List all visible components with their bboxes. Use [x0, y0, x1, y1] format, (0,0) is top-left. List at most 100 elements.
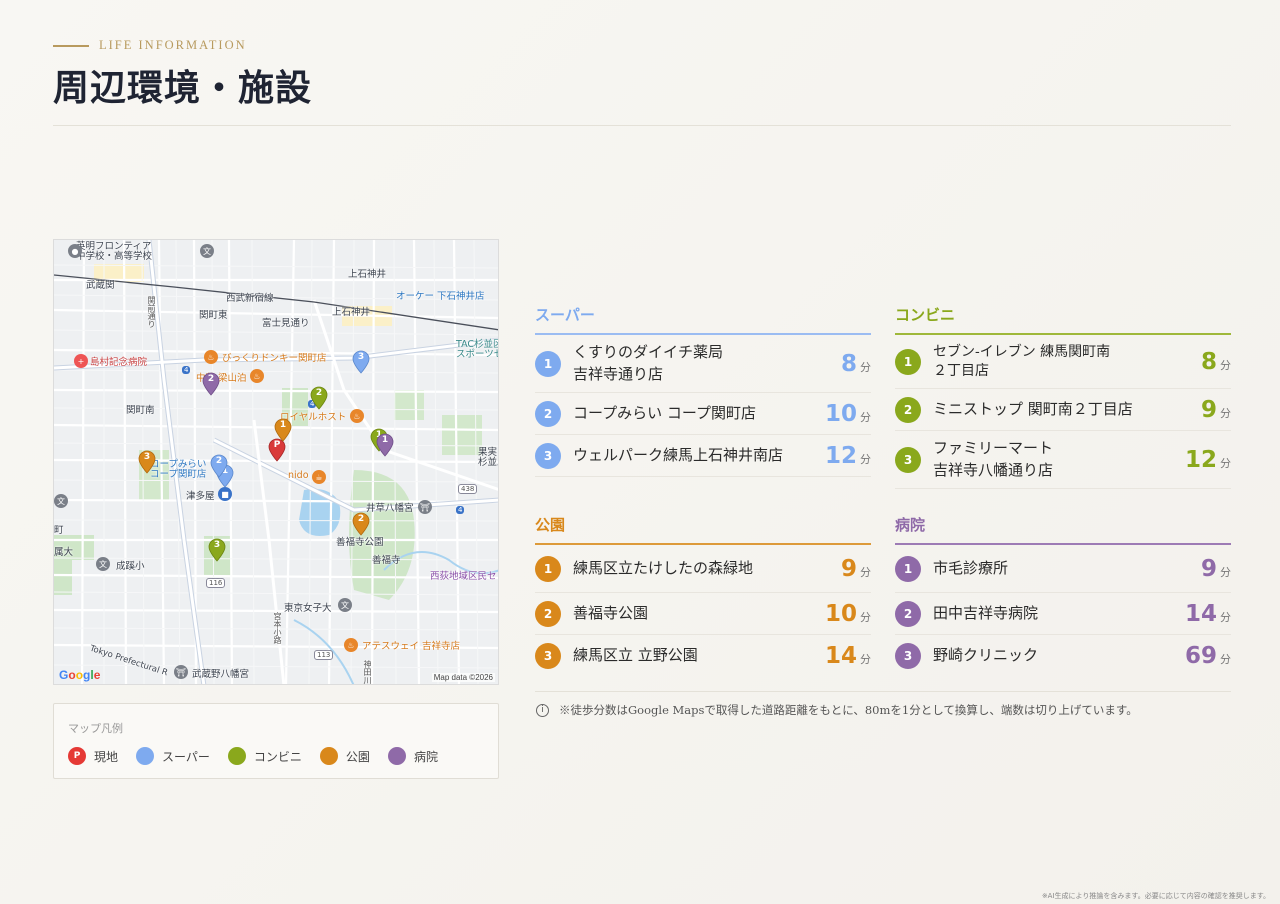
walk-unit: 分 — [1220, 565, 1231, 579]
legend-item-hospital: 病院 — [387, 747, 438, 765]
list-item[interactable]: 3 野崎クリニック 69 分 — [895, 635, 1231, 677]
category-super: スーパー 1 くすりのダイイチ薬局 吉祥寺通り店 8分 2 コープみらい コープ… — [535, 304, 871, 477]
list-item[interactable]: 2 田中吉祥寺病院 14 分 — [895, 593, 1231, 635]
walk-time: 9分 — [841, 556, 871, 582]
map-label-tsutaya: 津多屋 — [186, 491, 215, 502]
map-label-tokyo-joshi: 東京女子大 — [284, 603, 332, 614]
legend-dot-icon — [319, 747, 338, 765]
school-icon: 文 — [338, 598, 352, 612]
park-pin-2[interactable]: 2 — [352, 512, 370, 536]
list-item[interactable]: 1 くすりのダイイチ薬局 吉祥寺通り店 8分 — [535, 335, 871, 393]
pin-label: 1 — [381, 435, 389, 445]
cafe-icon: ☕ — [312, 470, 326, 484]
school-icon: 文 — [200, 244, 214, 258]
map-label-shimamura: 島村記念病院 — [90, 357, 148, 368]
route-116-shield: 116 — [206, 578, 226, 588]
map-label-okay-store: オーケー 下石神井店 — [396, 291, 485, 302]
list-item[interactable]: 1 練馬区立たけしたの森緑地 9分 — [535, 545, 871, 593]
map-label-kamishakujii: 上石神井 — [348, 269, 387, 280]
facility-name: 野崎クリニック — [933, 646, 1039, 665]
rank-badge: 1 — [895, 348, 921, 375]
list-item[interactable]: 3 ウェルパーク練馬上石神井南店 12 分 — [535, 435, 871, 477]
category-hospital: 病院 1 市毛診療所 9分 2 田中吉祥寺病院 14 分 3 野崎クリニック 69… — [895, 514, 1231, 677]
map-label-zenpukuji-park: 善福寺公園 — [336, 537, 384, 548]
walk-minutes: 8 — [840, 350, 857, 377]
list-item[interactable]: 2 コープみらい コープ関町店 10 分 — [535, 393, 871, 435]
category-title: スーパー — [535, 304, 871, 335]
list-item[interactable]: 1 市毛診療所 9分 — [895, 545, 1231, 593]
legend-item-super: スーパー — [136, 747, 210, 765]
facility-name: くすりのダイイチ薬局 吉祥寺通り店 — [573, 342, 724, 383]
restaurant-icon: ♨ — [350, 409, 364, 423]
map-label-school: 英明フロンティア 中学校・高等学校 — [76, 241, 153, 263]
category-park: 公園 1 練馬区立たけしたの森緑地 9分 2 善福寺公園 10 分 3 練馬区立 … — [535, 514, 871, 677]
walk-minutes: 10 — [824, 400, 857, 427]
walk-unit: 分 — [1220, 406, 1231, 420]
legend-item-current: P 現地 — [68, 747, 118, 765]
walk-minutes: 14 — [824, 643, 857, 669]
park-pin-3[interactable]: 3 — [138, 450, 156, 474]
map-label-machi: 町 — [54, 525, 64, 536]
page-title: 周辺環境・施設 — [53, 67, 313, 109]
walk-minutes: 12 — [1184, 446, 1217, 473]
category-konbini: コンビニ 1 セブン-イレブン 練馬関町南 ２丁目店 8分 2 ミニストップ 関… — [895, 304, 1231, 489]
legend-item-konbini: コンビニ — [227, 747, 302, 765]
legend-label: 公園 — [345, 749, 370, 764]
facility-name: 善福寺公園 — [573, 603, 649, 622]
rank-badge: 2 — [535, 600, 561, 627]
convenience-pin-2[interactable]: 2 — [310, 386, 328, 410]
rank-badge: 3 — [535, 643, 561, 669]
map-label-idohachiman: 井草八幡宮 — [366, 503, 414, 514]
map-label-sekimachi-higashi: 関町東 — [199, 310, 228, 321]
pin-label: 2 — [215, 456, 223, 466]
legend-dot-icon — [227, 747, 246, 765]
map-label-seijo: 成蹊小 — [116, 561, 145, 572]
map-label-fujimi-dori: 富士見通り — [262, 318, 310, 329]
walk-unit: 分 — [1220, 610, 1231, 624]
eyebrow-text: LIFE INFORMATION — [99, 38, 247, 52]
facility-name: 田中吉祥寺病院 — [933, 603, 1039, 622]
facility-list: 1 セブン-イレブン 練馬関町南 ２丁目店 8分 2 ミニストップ 関町南２丁目… — [895, 335, 1231, 489]
map-credit: Map data ©2026 — [431, 673, 495, 682]
walk-time: 9分 — [1201, 397, 1231, 423]
walk-minutes: 9 — [1200, 555, 1217, 582]
shop-icon: ■ — [218, 487, 232, 501]
walk-time: 12 分 — [1185, 447, 1231, 473]
walk-unit: 分 — [860, 410, 871, 424]
eyebrow: LIFE INFORMATION — [53, 38, 1231, 53]
facility-name: コープみらい コープ関町店 — [573, 403, 756, 422]
pin-label: 3 — [213, 540, 221, 550]
rank-badge: 3 — [895, 446, 921, 473]
walk-time: 10 分 — [825, 601, 871, 627]
area-map[interactable]: 英明フロンティア 中学校・高等学校 上石神井 武蔵関 西武新宿線 上石神井 オー… — [53, 239, 499, 685]
restaurant-icon: ♨ — [250, 369, 264, 383]
supermarket-pin-3[interactable]: 3 — [352, 350, 370, 374]
legend-dot-icon — [136, 747, 155, 765]
facility-name: ファミリーマート 吉祥寺八幡通り店 — [933, 438, 1054, 479]
hospital-pin-1[interactable]: 1 — [376, 433, 394, 457]
list-item[interactable]: 2 ミニストップ 関町南２丁目店 9分 — [895, 389, 1231, 431]
list-item[interactable]: 2 善福寺公園 10 分 — [535, 593, 871, 635]
legend-label: スーパー — [162, 749, 210, 764]
list-item[interactable]: 3 練馬区立 立野公園 14 分 — [535, 635, 871, 677]
map-label-musashino-hachiman: 武蔵野八幡宮 — [192, 669, 250, 680]
legend-items: P 現地 スーパー コンビニ 公園 病院 — [68, 747, 456, 765]
pin-label: 2 — [315, 388, 323, 398]
convenience-pin-3[interactable]: 3 — [208, 538, 226, 562]
pin-label: 3 — [357, 352, 365, 362]
supermarket-pin-2[interactable]: 2 — [210, 454, 228, 478]
list-item[interactable]: 3 ファミリーマート 吉祥寺八幡通り店 12 分 — [895, 431, 1231, 489]
map-label-zenpukuji: 善福寺 — [372, 555, 401, 566]
pin-label: 2 — [207, 374, 215, 384]
walk-unit: 分 — [860, 653, 871, 666]
facility-name: ウェルパーク練馬上石神井南店 — [573, 445, 784, 464]
hospital-pin-2[interactable]: 2 — [202, 372, 220, 396]
header-divider — [53, 125, 1231, 126]
park-pin-1[interactable]: 1 — [274, 418, 292, 442]
walk-minutes: 14 — [1184, 600, 1217, 627]
walk-minutes: 8 — [1200, 348, 1217, 375]
facility-list: 1 市毛診療所 9分 2 田中吉祥寺病院 14 分 3 野崎クリニック 69 分 — [895, 545, 1231, 677]
note-text: ※徒歩分数はGoogle Mapsで取得した道路距離をもとに、80mを1分として… — [559, 703, 1138, 717]
restaurant-icon: ♨ — [204, 350, 218, 364]
list-item[interactable]: 1 セブン-イレブン 練馬関町南 ２丁目店 8分 — [895, 335, 1231, 389]
